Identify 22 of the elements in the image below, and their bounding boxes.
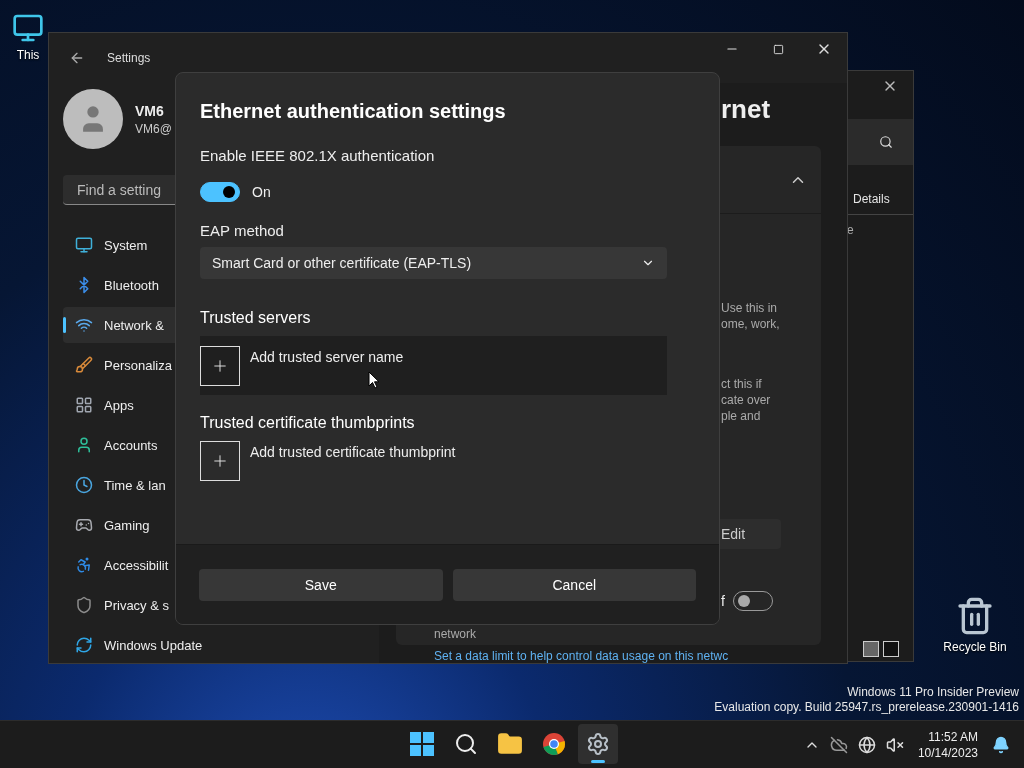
user-name: VM6 <box>135 102 165 119</box>
description-text: cate over <box>721 392 772 408</box>
window-title: Settings <box>107 51 151 65</box>
system-notice-text: Windows 11 Pro Insider Preview <box>847 685 1019 700</box>
column-header: e <box>846 222 855 237</box>
add-label: Add trusted server name <box>250 349 404 365</box>
section-heading: Trusted servers <box>200 309 312 327</box>
add-label: Add trusted certificate thumbprint <box>250 444 456 460</box>
description-text: ome, work, <box>721 316 781 332</box>
user-email: VM6@ <box>135 121 172 136</box>
description-text: network <box>434 627 478 641</box>
system-notice-text: Evaluation copy. Build 25947.rs_prerelease.230901-1416 <box>714 700 1019 715</box>
description-text: Use this in <box>721 300 779 316</box>
page-heading: rnet <box>721 93 772 125</box>
field-label: EAP method <box>200 222 285 239</box>
dialog-title: Ethernet authentication settings <box>200 100 507 123</box>
toggle-state-text: On <box>252 184 271 200</box>
section-heading: Trusted certificate thumbprints <box>200 414 416 432</box>
field-label: Enable IEEE 802.1X authentication <box>200 147 436 164</box>
description-text: ple and <box>721 408 762 424</box>
description-text: ct this if <box>721 376 763 392</box>
toggle-label: f <box>721 593 725 609</box>
